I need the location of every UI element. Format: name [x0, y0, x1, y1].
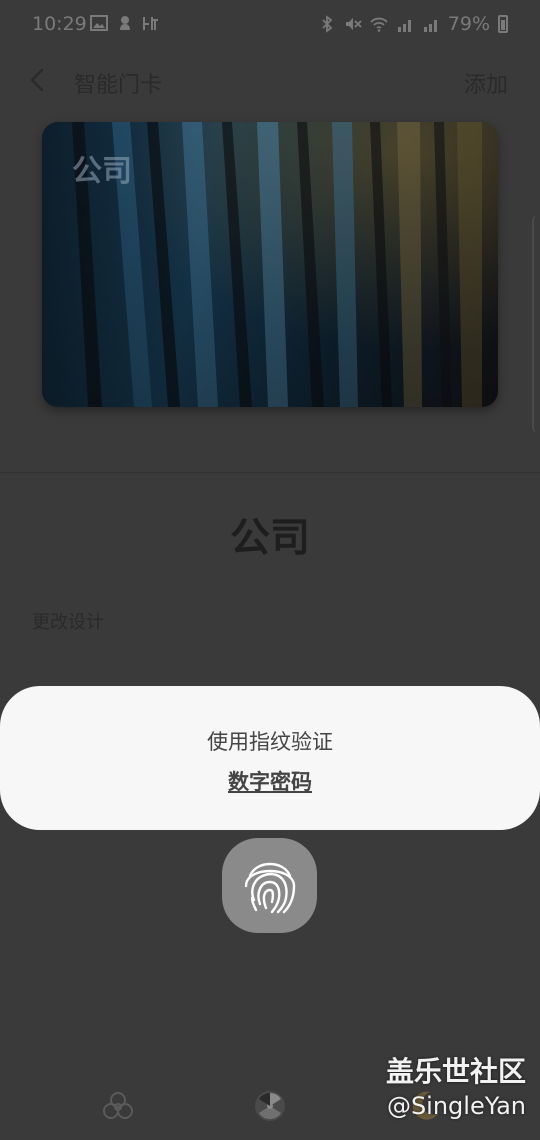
app-bar: 智能门卡 添加: [0, 50, 540, 110]
change-design-item[interactable]: 更改设计: [32, 608, 104, 634]
chevron-left-icon[interactable]: [26, 65, 50, 95]
watermark-handle: @SingleYan: [386, 1092, 526, 1120]
divider: [0, 472, 540, 473]
battery-percent: 79%: [447, 13, 490, 35]
status-bar: 10:29 79%: [0, 0, 540, 50]
notification-icon: [120, 16, 130, 30]
edge-panel-handle[interactable]: [532, 215, 540, 433]
wifi-icon: [370, 17, 388, 32]
image-icon: [90, 15, 108, 31]
fingerprint-auth-dialog: 使用指纹验证 数字密码: [0, 686, 540, 830]
signal-4g-icon: [397, 20, 411, 32]
card-name: 公司: [72, 154, 132, 189]
status-time: 10:29: [32, 13, 87, 35]
status-right-icons: 79%: [318, 13, 508, 35]
battery-icon: [498, 15, 508, 33]
bluetooth-icon: [322, 15, 333, 33]
ting-app-icon: [143, 17, 158, 30]
page-title: 智能门卡: [74, 73, 163, 98]
fingerprint-button[interactable]: [222, 838, 317, 933]
mute-icon: [345, 18, 362, 30]
watermark-title: 盖乐世社区: [385, 1055, 526, 1088]
card-title: 公司: [230, 515, 310, 561]
dialog-title: 使用指纹验证: [207, 730, 333, 754]
biohazard-icon[interactable]: [100, 1088, 136, 1124]
radiation-icon[interactable]: [252, 1088, 288, 1124]
fingerprint-icon: [244, 862, 295, 913]
signal-4g-icon-2: [423, 20, 437, 32]
door-card[interactable]: 公司: [42, 122, 498, 407]
status-left-icons: [90, 14, 160, 32]
add-button[interactable]: 添加: [464, 67, 508, 99]
numeric-password-link[interactable]: 数字密码: [0, 766, 540, 796]
